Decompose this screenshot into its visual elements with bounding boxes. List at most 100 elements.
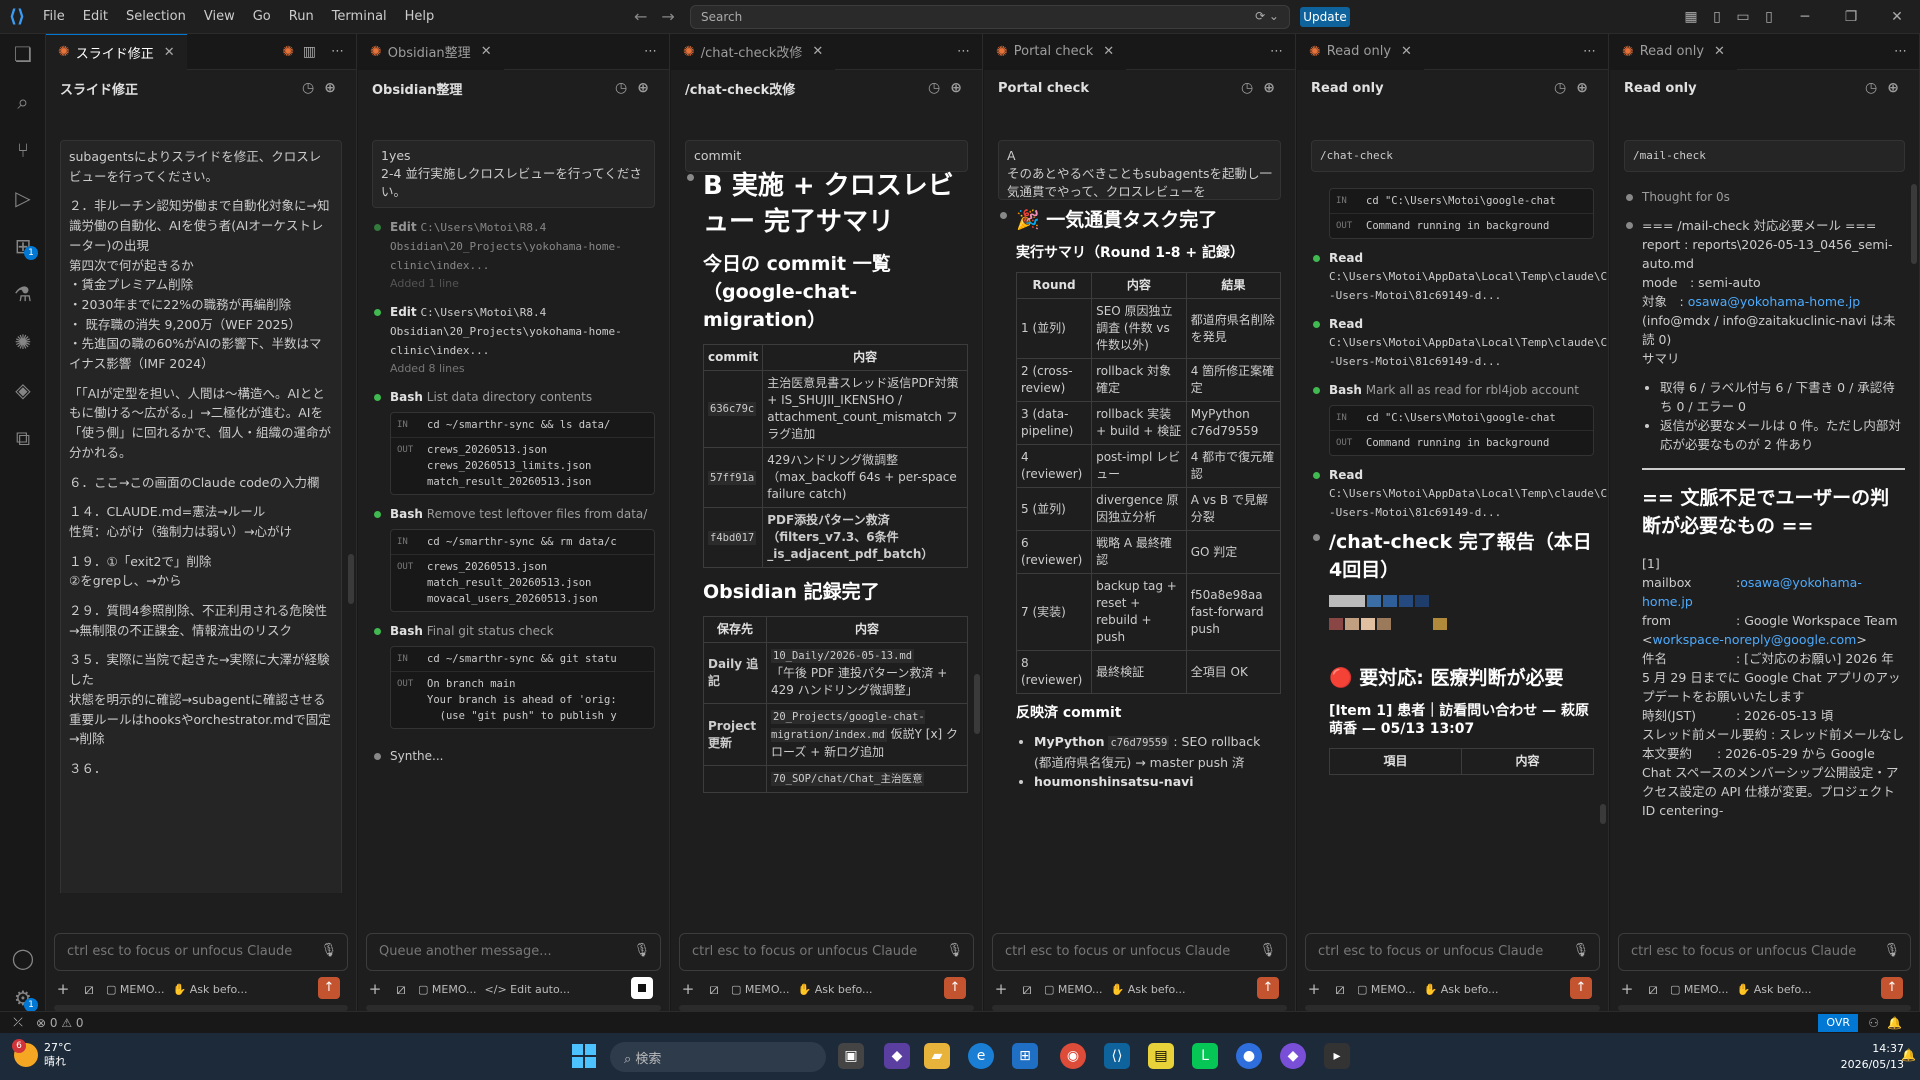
more-actions-icon[interactable]: ⋯ bbox=[1270, 34, 1283, 70]
send-button[interactable]: ↑ bbox=[318, 977, 340, 999]
remote-indicator-icon[interactable]: ⤫ bbox=[0, 1015, 36, 1030]
slash-command-icon[interactable]: ⧄ bbox=[392, 980, 410, 998]
memo-file-chip[interactable]: ▢ MEMO... bbox=[1357, 983, 1416, 996]
read-path[interactable]: C:\Users\Motoi\AppData\Local\Temp\claude… bbox=[1329, 487, 1608, 519]
edit-path[interactable]: C:\Users\Motoi\R8.4 Obsidian\20_Projects… bbox=[390, 221, 622, 272]
menu-help[interactable]: Help bbox=[396, 0, 444, 34]
mic-icon[interactable]: 🎙 bbox=[946, 943, 963, 958]
ovr-indicator[interactable]: OVR bbox=[1818, 1014, 1858, 1032]
mic-icon[interactable]: 🎙 bbox=[633, 943, 650, 958]
send-button[interactable]: ↑ bbox=[1257, 977, 1279, 999]
remote-explorer-icon[interactable]: ⧉ bbox=[0, 418, 46, 458]
layout-customize-icon[interactable]: ▦ bbox=[1678, 9, 1704, 25]
copilot-icon[interactable]: ⟳ ⌄ bbox=[1255, 9, 1279, 23]
close-tab-icon[interactable]: ✕ bbox=[1714, 44, 1725, 59]
permission-mode-chip[interactable]: ✋ Ask befo... bbox=[1111, 983, 1186, 996]
email-link[interactable]: osawa@yokohama-home.jp bbox=[1688, 294, 1860, 309]
tab-read-only[interactable]: ✺ Read only ✕ bbox=[1297, 34, 1424, 70]
back-arrow-icon[interactable]: ← bbox=[634, 7, 661, 26]
close-tab-icon[interactable]: ✕ bbox=[164, 45, 175, 60]
close-tab-icon[interactable]: ✕ bbox=[812, 44, 823, 59]
app-icon[interactable]: ● bbox=[1236, 1043, 1262, 1069]
history-icon[interactable]: ◷ bbox=[615, 80, 637, 96]
search-icon[interactable]: ⌕ bbox=[0, 82, 46, 122]
send-button[interactable]: ↑ bbox=[1881, 977, 1903, 999]
slash-command-icon[interactable]: ⧄ bbox=[1018, 980, 1036, 998]
permission-mode-chip[interactable]: ✋ Ask befo... bbox=[1424, 983, 1499, 996]
send-button[interactable]: ↑ bbox=[944, 977, 966, 999]
menu-terminal[interactable]: Terminal bbox=[323, 0, 396, 34]
forward-arrow-icon[interactable]: → bbox=[661, 7, 688, 26]
scrollbar[interactable] bbox=[348, 554, 354, 604]
memo-file-chip[interactable]: ▢ MEMO... bbox=[106, 983, 165, 996]
more-actions-icon[interactable]: ⋯ bbox=[1583, 34, 1596, 70]
chat-input[interactable]: ctrl esc to focus or unfocus Claude 🎙 bbox=[54, 933, 348, 971]
close-tab-icon[interactable]: ✕ bbox=[1103, 44, 1114, 59]
read-path[interactable]: C:\Users\Motoi\AppData\Local\Temp\claude… bbox=[1329, 336, 1608, 368]
mic-icon[interactable]: 🎙 bbox=[1572, 943, 1589, 958]
chat-input[interactable]: ctrl esc to focus or unfocus Claude 🎙 bbox=[1305, 933, 1600, 971]
update-button[interactable]: Update bbox=[1300, 7, 1350, 27]
stop-button[interactable] bbox=[631, 977, 653, 999]
account-icon[interactable]: ◯ bbox=[0, 938, 46, 978]
new-chat-icon[interactable]: ⊕ bbox=[1576, 80, 1598, 96]
history-icon[interactable]: ◷ bbox=[302, 80, 324, 96]
problems-indicator[interactable]: ⊗ 0 ⚠ 0 bbox=[36, 1016, 84, 1030]
mic-icon[interactable]: 🎙 bbox=[1259, 943, 1276, 958]
new-chat-icon[interactable]: ⊕ bbox=[637, 80, 659, 96]
add-icon[interactable]: + bbox=[366, 980, 384, 998]
email-link[interactable]: workspace-noreply@google.com bbox=[1652, 632, 1856, 647]
slash-command-icon[interactable]: ⧄ bbox=[1331, 980, 1349, 998]
slash-command-icon[interactable]: ⧄ bbox=[705, 980, 723, 998]
chat-input[interactable]: ctrl esc to focus or unfocus Claude 🎙 bbox=[992, 933, 1287, 971]
notifications-icon[interactable]: 🔔 bbox=[1887, 1016, 1910, 1030]
claude-spark-icon[interactable]: ✺ bbox=[282, 34, 294, 70]
toggle-panel-icon[interactable]: ▭ bbox=[1730, 9, 1756, 25]
system-clock[interactable]: 14:37 2026/05/13 bbox=[1841, 1041, 1904, 1073]
slash-command-icon[interactable]: ⧄ bbox=[80, 980, 98, 998]
store-icon[interactable]: ⊞ bbox=[1012, 1043, 1038, 1069]
close-tab-icon[interactable]: ✕ bbox=[481, 44, 492, 59]
python-icon[interactable]: ◈ bbox=[0, 370, 46, 410]
menu-run[interactable]: Run bbox=[280, 0, 323, 34]
more-actions-icon[interactable]: ⋯ bbox=[331, 34, 344, 70]
run-debug-icon[interactable]: ▷ bbox=[0, 178, 46, 218]
history-icon[interactable]: ◷ bbox=[1241, 80, 1263, 96]
read-path[interactable]: C:\Users\Motoi\AppData\Local\Temp\claude… bbox=[1329, 270, 1608, 302]
file-explorer-icon[interactable]: ▰ bbox=[924, 1043, 950, 1069]
close-window-icon[interactable]: ✕ bbox=[1874, 9, 1920, 25]
edit-path[interactable]: C:\Users\Motoi\R8.4 Obsidian\20_Projects… bbox=[390, 306, 622, 357]
tab-chat-check[interactable]: ✺ /chat-check改修 ✕ bbox=[671, 34, 836, 70]
add-icon[interactable]: + bbox=[54, 980, 72, 998]
permission-mode-chip[interactable]: ✋ Ask befo... bbox=[173, 983, 248, 996]
windows-start-icon[interactable] bbox=[572, 1044, 596, 1068]
memo-file-chip[interactable]: ▢ MEMO... bbox=[731, 983, 790, 996]
extensions-icon[interactable]: ⊞ 1 bbox=[0, 226, 46, 266]
add-icon[interactable]: + bbox=[1618, 980, 1636, 998]
memo-file-chip[interactable]: ▢ MEMO... bbox=[418, 983, 477, 996]
more-actions-icon[interactable]: ⋯ bbox=[957, 34, 970, 70]
weather-widget[interactable]: 6 27°C 晴れ bbox=[12, 1039, 71, 1069]
menu-view[interactable]: View bbox=[195, 0, 244, 34]
source-control-icon[interactable]: ⑂ bbox=[0, 130, 46, 170]
permission-mode-chip[interactable]: ✋ Ask befo... bbox=[1737, 983, 1812, 996]
obsidian-icon[interactable]: ◆ bbox=[1280, 1043, 1306, 1069]
more-actions-icon[interactable]: ⋯ bbox=[1894, 34, 1907, 70]
menu-file[interactable]: File bbox=[34, 0, 74, 34]
taskbar-search-input[interactable]: ⌕ 検索 bbox=[610, 1042, 826, 1072]
terminal-icon[interactable]: ▸ bbox=[1324, 1043, 1350, 1069]
new-chat-icon[interactable]: ⊕ bbox=[324, 80, 346, 96]
memo-file-chip[interactable]: ▢ MEMO... bbox=[1044, 983, 1103, 996]
tab-obsidian[interactable]: ✺ Obsidian整理 ✕ bbox=[358, 34, 504, 70]
new-chat-icon[interactable]: ⊕ bbox=[1263, 80, 1285, 96]
scrollbar[interactable] bbox=[974, 674, 980, 734]
chat-input[interactable]: Queue another message... 🎙 bbox=[366, 933, 661, 971]
m365-icon[interactable]: ◆ bbox=[884, 1043, 910, 1069]
mic-icon[interactable]: 🎙 bbox=[1883, 943, 1900, 958]
menu-edit[interactable]: Edit bbox=[74, 0, 117, 34]
notification-bell-icon[interactable]: 🔔 bbox=[1901, 1048, 1916, 1062]
add-icon[interactable]: + bbox=[1305, 980, 1323, 998]
split-editor-icon[interactable]: ▥ bbox=[303, 34, 316, 70]
restore-icon[interactable]: ❐ bbox=[1828, 9, 1874, 25]
scrollbar[interactable] bbox=[1911, 184, 1917, 264]
